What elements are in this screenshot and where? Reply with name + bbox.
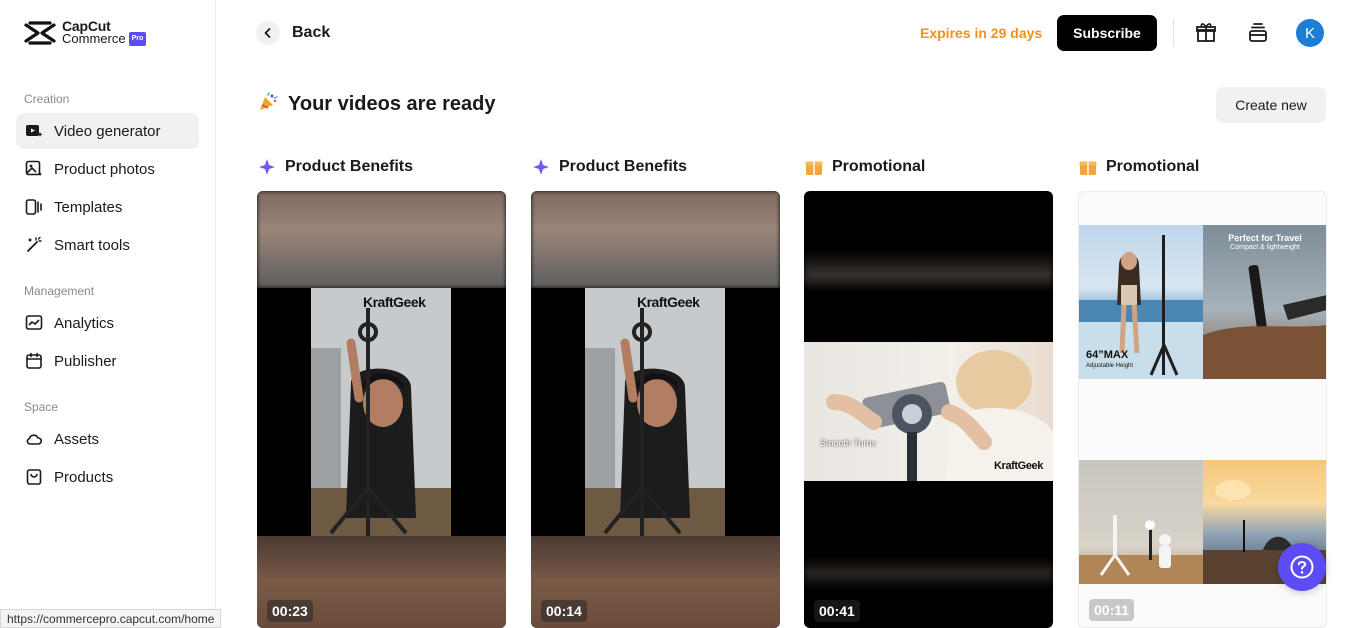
sidebar-item-label: Analytics [54, 314, 115, 332]
gift-box-icon [805, 161, 823, 175]
panel-headline: Perfect for Travel [1228, 233, 1302, 243]
party-popper-icon [258, 92, 278, 117]
video-blur-top [257, 191, 506, 288]
gift-icon[interactable] [1194, 20, 1218, 44]
video-duration: 00:41 [814, 600, 860, 622]
panel-subtext: Adjustable Height [1086, 363, 1134, 369]
video-category-label: Promotional [1078, 157, 1199, 177]
sidebar-item-label: Video generator [54, 122, 161, 140]
sparkle-icon [533, 159, 549, 175]
video-duration: 00:23 [267, 600, 313, 622]
section-label-space: Space [24, 400, 59, 414]
section-label-creation: Creation [24, 92, 70, 106]
templates-icon [24, 197, 44, 217]
cloud-icon [24, 429, 44, 449]
video-blur-top [531, 191, 780, 288]
avatar[interactable]: K [1296, 19, 1324, 47]
sidebar-item-templates[interactable]: Templates [16, 189, 199, 225]
panel-headline: 64”MAX [1086, 349, 1129, 361]
analytics-icon [24, 313, 44, 333]
sidebar-item-label: Smart tools [54, 236, 130, 254]
sidebar-item-assets[interactable]: Assets [16, 421, 199, 457]
sidebar-item-video-generator[interactable]: Video generator [16, 113, 199, 149]
sidebar-item-label: Assets [54, 430, 100, 448]
panel-subtext: Compact & lightweight [1230, 244, 1300, 251]
capcut-logo-icon [24, 21, 56, 45]
sidebar-item-label: Templates [54, 198, 123, 216]
app-root: CapCut Commerce Pro Creation Video gener… [0, 0, 1366, 628]
video-category-label: Product Benefits [257, 157, 413, 177]
sidebar: CapCut Commerce Pro Creation Video gener… [0, 0, 216, 628]
bag-icon [24, 467, 44, 487]
status-bar-url: https://commercepro.capcut.com/home [0, 609, 222, 628]
video-thumbnail: 64”MAX Adjustable Height [1079, 225, 1203, 379]
sidebar-item-product-photos[interactable]: Product photos [16, 151, 199, 187]
subscribe-button[interactable]: Subscribe [1057, 15, 1157, 51]
video-caption: Smooth Turns [820, 438, 877, 448]
magic-wand-icon [24, 235, 44, 255]
header-divider [1173, 20, 1174, 46]
sidebar-item-smart-tools[interactable]: Smart tools [16, 227, 199, 263]
back-label: Back [292, 24, 331, 41]
video-thumbnail: KraftGeek [311, 288, 451, 536]
question-icon [1290, 555, 1314, 579]
video-duration: 00:11 [1089, 599, 1135, 621]
sidebar-item-label: Publisher [54, 352, 117, 370]
logo-subtitle: Commerce [62, 31, 126, 46]
create-new-button[interactable]: Create new [1216, 87, 1326, 123]
calendar-icon [24, 351, 44, 371]
sidebar-item-label: Products [54, 468, 114, 486]
video-card[interactable]: KraftGeek 00:14 [531, 191, 780, 628]
back-button[interactable]: Back [256, 21, 330, 45]
pro-badge: Pro [128, 32, 147, 46]
capcut-commerce-logo[interactable]: CapCut Commerce Pro [24, 19, 147, 46]
expiry-notice: Expires in 29 days [920, 25, 1043, 41]
video-category-label: Product Benefits [531, 157, 687, 177]
video-card[interactable]: Smooth Turns KraftGeek 00:41 [804, 191, 1053, 628]
sparkle-icon [259, 159, 275, 175]
sidebar-item-products[interactable]: Products [16, 459, 199, 495]
page-title: Your videos are ready [258, 92, 496, 117]
video-thumbnail: KraftGeek [585, 288, 725, 536]
section-label-management: Management [24, 284, 95, 298]
video-thumbnail: Smooth Turns KraftGeek [804, 342, 1053, 481]
video-watermark: KraftGeek [637, 294, 700, 310]
video-watermark: KraftGeek [994, 460, 1043, 472]
sidebar-item-publisher[interactable]: Publisher [16, 343, 199, 379]
video-category-label: Promotional [804, 157, 925, 177]
video-duration: 00:14 [541, 600, 587, 622]
sidebar-item-label: Product photos [54, 160, 155, 178]
sidebar-item-analytics[interactable]: Analytics [16, 305, 199, 341]
product-photos-icon [24, 159, 44, 179]
page-title-text: Your videos are ready [288, 93, 496, 115]
chevron-left-icon [256, 21, 280, 45]
video-card[interactable]: KraftGeek 00:23 [257, 191, 506, 628]
video-watermark: KraftGeek [363, 294, 426, 310]
video-generator-icon [24, 121, 44, 141]
help-button[interactable] [1278, 543, 1326, 591]
gift-box-icon [1079, 161, 1097, 175]
notifications-icon[interactable] [1246, 20, 1270, 44]
